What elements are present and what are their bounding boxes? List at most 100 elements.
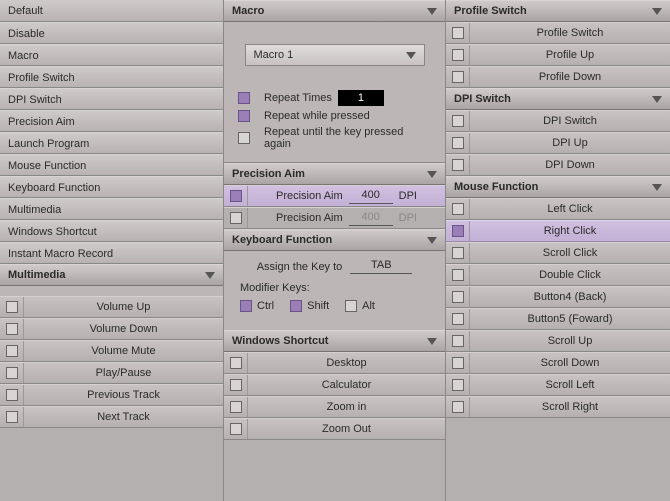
- option-label: Scroll Up: [470, 335, 670, 347]
- option-checkbox[interactable]: [0, 341, 24, 361]
- option-checkbox[interactable]: [446, 243, 470, 263]
- option-checkbox[interactable]: [446, 309, 470, 329]
- option-row[interactable]: DPI Switch: [446, 110, 670, 132]
- ctrl-checkbox[interactable]: Ctrl: [240, 300, 274, 312]
- option-checkbox[interactable]: [446, 133, 470, 153]
- section-macro[interactable]: Macro: [224, 0, 445, 22]
- option-checkbox[interactable]: [446, 221, 470, 241]
- repeat-times-checkbox[interactable]: [238, 92, 250, 104]
- option-row[interactable]: DPI Down: [446, 154, 670, 176]
- option-label: DPI Down: [470, 159, 670, 171]
- precision-check-2[interactable]: [224, 208, 248, 228]
- option-row[interactable]: Scroll Left: [446, 374, 670, 396]
- section-mouse[interactable]: Mouse Function: [446, 176, 670, 198]
- option-checkbox[interactable]: [446, 331, 470, 351]
- precision-row-2[interactable]: Precision Aim 400 DPI: [224, 207, 445, 229]
- option-row[interactable]: Volume Up: [0, 296, 223, 318]
- category-item[interactable]: Macro: [0, 44, 223, 66]
- option-checkbox[interactable]: [446, 287, 470, 307]
- option-row[interactable]: Button4 (Back): [446, 286, 670, 308]
- shift-checkbox[interactable]: Shift: [290, 300, 329, 312]
- option-row[interactable]: Button5 (Foward): [446, 308, 670, 330]
- macro-selected: Macro 1: [254, 49, 294, 61]
- assign-label: Assign the Key to: [257, 261, 343, 273]
- precision-dpi-1[interactable]: 400: [349, 189, 393, 204]
- category-item[interactable]: Multimedia: [0, 198, 223, 220]
- precision-dpi-2[interactable]: 400: [349, 211, 393, 226]
- section-title: Mouse Function: [454, 181, 538, 193]
- option-checkbox[interactable]: [446, 375, 470, 395]
- chevron-down-icon: [427, 338, 437, 345]
- category-item[interactable]: Windows Shortcut: [0, 220, 223, 242]
- option-row[interactable]: DPI Up: [446, 132, 670, 154]
- option-row[interactable]: Scroll Down: [446, 352, 670, 374]
- option-checkbox[interactable]: [446, 353, 470, 373]
- option-row[interactable]: Next Track: [0, 406, 223, 428]
- section-precision[interactable]: Precision Aim: [224, 163, 445, 185]
- section-multimedia[interactable]: Multimedia: [0, 264, 223, 286]
- option-row[interactable]: Profile Down: [446, 66, 670, 88]
- option-checkbox[interactable]: [446, 397, 470, 417]
- category-item[interactable]: Launch Program: [0, 132, 223, 154]
- option-checkbox[interactable]: [224, 353, 248, 373]
- option-checkbox[interactable]: [224, 375, 248, 395]
- assign-key-field[interactable]: TAB: [350, 259, 412, 274]
- category-item[interactable]: DPI Switch: [0, 88, 223, 110]
- option-row[interactable]: Calculator: [224, 374, 445, 396]
- option-row[interactable]: Volume Down: [0, 318, 223, 340]
- spacer: [0, 286, 223, 296]
- option-checkbox[interactable]: [224, 397, 248, 417]
- category-item[interactable]: Default: [0, 0, 223, 22]
- repeat-until-checkbox[interactable]: [238, 132, 250, 144]
- option-checkbox[interactable]: [0, 385, 24, 405]
- macro-select[interactable]: Macro 1: [245, 44, 425, 66]
- option-label: Scroll Right: [470, 401, 670, 413]
- option-row[interactable]: Zoom Out: [224, 418, 445, 440]
- option-row[interactable]: Scroll Right: [446, 396, 670, 418]
- keyboard-body: Assign the Key to TAB Modifier Keys: Ctr…: [224, 251, 445, 330]
- option-label: Zoom in: [248, 401, 445, 413]
- category-item[interactable]: Profile Switch: [0, 66, 223, 88]
- repeat-times-value[interactable]: 1: [338, 90, 384, 106]
- option-checkbox[interactable]: [0, 363, 24, 383]
- option-row[interactable]: Volume Mute: [0, 340, 223, 362]
- option-row[interactable]: Play/Pause: [0, 362, 223, 384]
- option-checkbox[interactable]: [446, 23, 470, 43]
- option-checkbox[interactable]: [0, 407, 24, 427]
- option-row[interactable]: Previous Track: [0, 384, 223, 406]
- option-checkbox[interactable]: [446, 111, 470, 131]
- precision-check-1[interactable]: [224, 186, 248, 206]
- section-title: Precision Aim: [232, 168, 305, 180]
- option-checkbox[interactable]: [0, 319, 24, 339]
- option-row[interactable]: Right Click: [446, 220, 670, 242]
- option-row[interactable]: Scroll Click: [446, 242, 670, 264]
- alt-checkbox[interactable]: Alt: [345, 300, 375, 312]
- option-row[interactable]: Profile Up: [446, 44, 670, 66]
- section-title: Multimedia: [8, 269, 65, 281]
- section-profile[interactable]: Profile Switch: [446, 0, 670, 22]
- option-checkbox[interactable]: [224, 419, 248, 439]
- category-item[interactable]: Disable: [0, 22, 223, 44]
- category-item[interactable]: Keyboard Function: [0, 176, 223, 198]
- option-checkbox[interactable]: [446, 265, 470, 285]
- option-checkbox[interactable]: [0, 297, 24, 317]
- option-row[interactable]: Double Click: [446, 264, 670, 286]
- category-item[interactable]: Instant Macro Record: [0, 242, 223, 264]
- option-checkbox[interactable]: [446, 155, 470, 175]
- option-row[interactable]: Desktop: [224, 352, 445, 374]
- modifier-label: Modifier Keys:: [240, 282, 435, 294]
- option-row[interactable]: Scroll Up: [446, 330, 670, 352]
- section-dpi[interactable]: DPI Switch: [446, 88, 670, 110]
- option-row[interactable]: Profile Switch: [446, 22, 670, 44]
- option-checkbox[interactable]: [446, 199, 470, 219]
- precision-row-1[interactable]: Precision Aim 400 DPI: [224, 185, 445, 207]
- option-row[interactable]: Zoom in: [224, 396, 445, 418]
- option-checkbox[interactable]: [446, 45, 470, 65]
- option-row[interactable]: Left Click: [446, 198, 670, 220]
- section-winshort[interactable]: Windows Shortcut: [224, 330, 445, 352]
- repeat-while-checkbox[interactable]: [238, 110, 250, 122]
- option-checkbox[interactable]: [446, 67, 470, 87]
- category-item[interactable]: Precision Aim: [0, 110, 223, 132]
- section-keyboard[interactable]: Keyboard Function: [224, 229, 445, 251]
- category-item[interactable]: Mouse Function: [0, 154, 223, 176]
